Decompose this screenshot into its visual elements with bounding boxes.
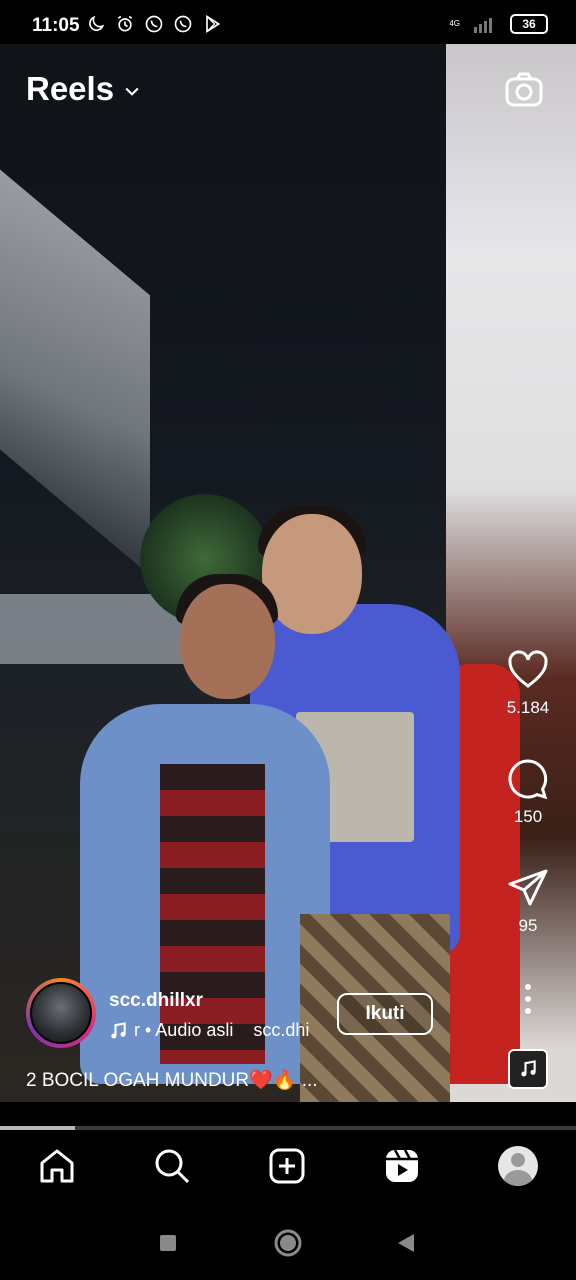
caption-more[interactable]: ... — [296, 1070, 318, 1091]
camera-icon[interactable] — [504, 70, 544, 110]
reels-icon — [386, 1149, 418, 1182]
author-avatar[interactable] — [26, 978, 96, 1048]
share-action[interactable]: 95 — [496, 866, 560, 936]
status-notification-icons — [86, 14, 222, 34]
nav-home[interactable] — [37, 1146, 81, 1190]
video-face — [180, 584, 275, 699]
comment-count: 150 — [513, 807, 543, 826]
caption-text: 2 BOCIL OGAH MUNDUR — [26, 1070, 250, 1091]
nav-search[interactable] — [152, 1146, 196, 1190]
reel-video[interactable] — [0, 44, 576, 1102]
author-username[interactable]: scc.dhillxr — [109, 990, 203, 1012]
nav-create[interactable] — [267, 1146, 311, 1190]
home-icon — [40, 1149, 74, 1183]
audio-info[interactable]: r • Audio asli scc.dhi — [108, 1020, 309, 1041]
status-system-indicators: 4G 36 — [449, 14, 548, 34]
back-icon[interactable] — [392, 1228, 422, 1258]
music-note-icon — [521, 1060, 536, 1077]
moon-icon — [89, 15, 105, 31]
like-count: 5.184 — [506, 698, 550, 717]
network-type: 4G — [449, 19, 460, 28]
signal-icon — [474, 18, 492, 33]
video-striped-shirt — [160, 764, 265, 1064]
audio-title: r • Audio asli — [134, 1020, 234, 1040]
post-caption[interactable]: 2 BOCIL OGAH MUNDUR❤️🔥 ... — [26, 1068, 318, 1092]
page-title: Reels — [26, 70, 115, 107]
bottom-navigation — [0, 1130, 576, 1206]
whatsapp-icon — [174, 15, 192, 33]
search-icon — [155, 1149, 190, 1184]
audio-thumbnail[interactable] — [508, 1049, 548, 1089]
more-options-icon[interactable] — [518, 982, 538, 1016]
comment-icon[interactable] — [506, 757, 550, 801]
heart-icon[interactable] — [506, 648, 550, 692]
create-icon — [269, 1148, 305, 1184]
home-button-icon[interactable] — [273, 1228, 303, 1258]
system-navigation-bar — [0, 1206, 576, 1280]
like-action[interactable]: 5.184 — [496, 648, 560, 718]
status-bar: 11:05 4G 36 — [0, 0, 576, 44]
battery-indicator: 36 — [510, 14, 548, 34]
follow-button[interactable]: Ikuti — [337, 993, 433, 1035]
comment-action[interactable]: 150 — [496, 757, 560, 827]
play-store-icon — [206, 14, 221, 34]
alarm-icon — [117, 15, 133, 32]
share-count: 95 — [518, 916, 538, 935]
caption-fire-emoji: 🔥 — [272, 1070, 297, 1091]
nav-profile[interactable] — [498, 1146, 542, 1190]
whatsapp-icon — [145, 15, 163, 33]
music-note-icon — [111, 1021, 126, 1038]
send-icon[interactable] — [506, 866, 550, 910]
avatar — [30, 982, 92, 1044]
nav-reels[interactable] — [382, 1146, 426, 1190]
chevron-down-icon — [125, 87, 139, 96]
caption-heart-emoji: ❤️ — [249, 1070, 273, 1091]
profile-avatar — [498, 1146, 538, 1186]
reels-feed-selector[interactable]: Reels — [26, 70, 142, 108]
status-time: 11:05 — [32, 15, 80, 36]
recents-icon[interactable] — [153, 1228, 183, 1258]
audio-owner: scc.dhi — [253, 1020, 310, 1040]
